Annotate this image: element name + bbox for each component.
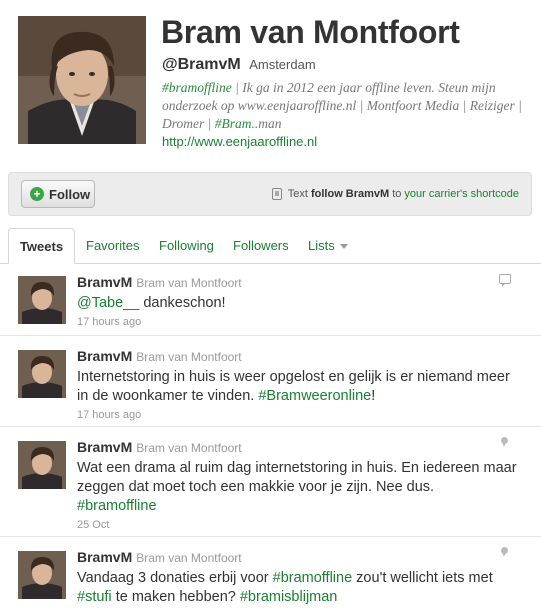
- tweet-text: @Tabe__ dankeschon!: [77, 294, 517, 313]
- profile-location: Amsterdam: [249, 57, 316, 72]
- sms-to: to: [392, 188, 402, 200]
- follow-button-label: Follow: [49, 186, 91, 202]
- tweet-hashtag[interactable]: #Bramweeronline: [258, 388, 371, 404]
- tweet-fullname: Bram van Montfoort: [136, 551, 242, 565]
- tweet-header: BramvM Bram van Montfoort: [77, 439, 517, 457]
- profile-url-link[interactable]: http://www.eenjaaroffline.nl: [162, 134, 317, 149]
- tweet-text-content: Vandaag 3 donaties erbij voor: [77, 570, 273, 586]
- tweet-username[interactable]: BramvM: [77, 274, 132, 290]
- tweet-text-content: te maken hebben?: [111, 589, 240, 605]
- sms-command: follow BramvM: [310, 188, 390, 200]
- conversation-icon[interactable]: [499, 274, 511, 287]
- tweet-body: BramvM Bram van Montfoort Internetstoring…: [77, 348, 517, 421]
- tweet-body: BramvM Bram van Montfoort Vandaag 3 donat…: [77, 549, 517, 607]
- tweet-item[interactable]: BramvM Bram van Montfoort @Tabe__ dankesc…: [0, 264, 541, 336]
- profile-name: Bram van Montfoort: [161, 14, 460, 50]
- tweet-avatar[interactable]: [18, 551, 66, 599]
- tab-lists[interactable]: Lists: [308, 228, 348, 264]
- tweet-header: BramvM Bram van Montfoort: [77, 274, 517, 292]
- tweet-timestamp[interactable]: 17 hours ago: [77, 316, 517, 328]
- tweet-text-end: !: [371, 388, 376, 404]
- tab-tweets[interactable]: Tweets: [8, 228, 75, 264]
- tweet-body: BramvM Bram van Montfoort Wat een drama a…: [77, 439, 517, 531]
- plus-icon: +: [30, 187, 44, 201]
- location-pin-icon[interactable]: [501, 437, 508, 447]
- avatar-image: [18, 350, 66, 398]
- tab-following[interactable]: Following: [159, 228, 214, 264]
- tweet-fullname: Bram van Montfoort: [136, 441, 242, 455]
- tweet-timestamp[interactable]: 17 hours ago: [77, 409, 517, 421]
- tweet-timeline: BramvM Bram van Montfoort @Tabe__ dankesc…: [0, 264, 541, 616]
- tweet-text-content: dankeschon!: [139, 295, 226, 311]
- profile-header: Bram van Montfoort @BramvM Amsterdam #br…: [0, 0, 541, 168]
- profile-photo-image: [18, 16, 146, 144]
- tweet-text: Wat een drama al ruim dag internetstorin…: [77, 459, 517, 516]
- tweet-timestamp[interactable]: 25 Oct: [77, 519, 517, 531]
- tweet-username[interactable]: BramvM: [77, 439, 132, 455]
- location-pin-icon[interactable]: [501, 547, 508, 557]
- tweet-username[interactable]: BramvM: [77, 348, 132, 364]
- profile-bio: #bramoffline | Ik ga in 2012 een jaar of…: [162, 79, 534, 133]
- profile-tabs: Tweets Favorites Following Followers Lis…: [0, 228, 541, 264]
- bio-hashtag-bramoffline[interactable]: #bramoffline: [162, 80, 232, 95]
- avatar-image: [18, 551, 66, 599]
- tweet-item[interactable]: BramvM Bram van Montfoort Vandaag 3 donat…: [0, 537, 541, 616]
- tweet-text: Internetstoring in huis is weer opgelost…: [77, 368, 517, 406]
- tweet-header: BramvM Bram van Montfoort: [77, 549, 517, 567]
- tweet-text-content: zou't wellicht iets met: [352, 570, 493, 586]
- tweet-text: Vandaag 3 donaties erbij voor #bramoffli…: [77, 569, 517, 607]
- profile-handle-row: @BramvM Amsterdam: [162, 56, 316, 74]
- tweet-mention[interactable]: @Tabe__: [77, 295, 139, 311]
- tweet-fullname: Bram van Montfoort: [136, 350, 242, 364]
- tweet-item[interactable]: BramvM Bram van Montfoort Wat een drama a…: [0, 427, 541, 537]
- tweet-hashtag[interactable]: #bramisblijman: [240, 589, 338, 605]
- tweet-fullname: Bram van Montfoort: [136, 276, 242, 290]
- follow-button[interactable]: + Follow: [21, 180, 95, 208]
- carrier-shortcode-link[interactable]: your carrier's shortcode: [404, 188, 519, 200]
- avatar-image: [18, 276, 66, 324]
- bio-text-end: ..man: [251, 116, 282, 131]
- tweet-text-content: Wat een drama al ruim dag internetstorin…: [77, 460, 517, 495]
- phone-icon: [271, 188, 282, 200]
- profile-action-bar: + Follow Text follow BramvM to your carr…: [8, 172, 532, 216]
- profile-handle: @BramvM: [162, 56, 241, 73]
- sms-prefix: Text: [287, 188, 308, 200]
- tweet-avatar[interactable]: [18, 350, 66, 398]
- tweet-hashtag[interactable]: #bramoffline: [273, 570, 353, 586]
- tweet-avatar[interactable]: [18, 441, 66, 489]
- tweet-item[interactable]: BramvM Bram van Montfoort Internetstoring…: [0, 336, 541, 427]
- tweet-avatar[interactable]: [18, 276, 66, 324]
- tweet-username[interactable]: BramvM: [77, 549, 132, 565]
- tab-favorites[interactable]: Favorites: [86, 228, 139, 264]
- bio-hashtag-bram[interactable]: #Bram: [215, 116, 252, 131]
- tweet-hashtag[interactable]: #stufi: [77, 589, 112, 605]
- avatar-image: [18, 441, 66, 489]
- tweet-body: BramvM Bram van Montfoort @Tabe__ dankesc…: [77, 274, 517, 328]
- caret-down-icon: [339, 244, 348, 250]
- tweet-header: BramvM Bram van Montfoort: [77, 348, 517, 366]
- tab-followers[interactable]: Followers: [233, 228, 289, 264]
- tweet-hashtag[interactable]: #bramoffline: [77, 498, 157, 514]
- sms-follow-hint: Text follow BramvM to your carrier's sho…: [271, 188, 519, 200]
- tab-lists-label: Lists: [308, 238, 335, 253]
- profile-avatar[interactable]: [18, 16, 146, 144]
